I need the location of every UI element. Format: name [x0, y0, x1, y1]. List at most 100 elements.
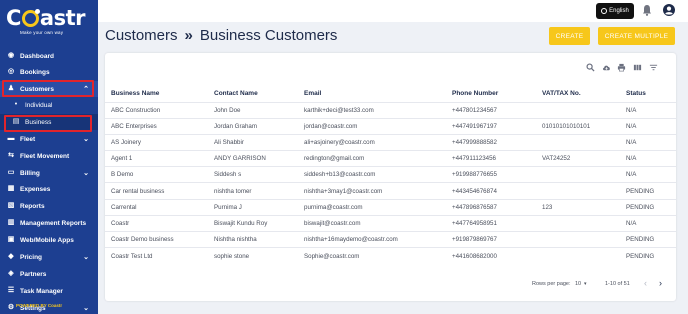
- sidebar-item-web-mobile-apps[interactable]: ▣ Web/Mobile Apps: [0, 232, 98, 248]
- expenses-icon: ▦: [7, 185, 15, 192]
- column-header[interactable]: Email: [298, 86, 446, 102]
- sidebar-item-label: Pricing: [20, 253, 43, 261]
- sidebar-item-management-reports[interactable]: ▥ Management Reports: [0, 215, 98, 231]
- task-manager-icon: ☰: [7, 287, 15, 294]
- chevron-up-icon[interactable]: ⌃: [83, 85, 89, 93]
- table-row[interactable]: AS Joinery Ali Shabbir ali+asjoinery@coast…: [105, 133, 676, 151]
- sidebar-item-fleet[interactable]: ▬ Fleet ⌄: [0, 131, 98, 147]
- table-cell: ANDY GARRISON: [208, 150, 298, 167]
- sidebar-item-customers[interactable]: ♟ Customers ⌃: [0, 81, 98, 97]
- table-cell: +447896876587: [446, 198, 536, 216]
- table-cell: N/A: [620, 117, 676, 135]
- search-icon[interactable]: [586, 63, 595, 72]
- table-row[interactable]: Car rental business nishtha tomer nishtha+…: [105, 182, 676, 200]
- sidebar-item-label: Billing: [20, 169, 40, 177]
- table-cell: N/A: [620, 166, 676, 183]
- notification-bell-icon[interactable]: [642, 4, 652, 16]
- sidebar-item-dashboard[interactable]: ◉ Dashboard: [0, 48, 98, 64]
- management-reports-icon: ▥: [7, 219, 15, 226]
- chevron-down-icon[interactable]: ⌄: [83, 169, 89, 177]
- sidebar-item-label: Management Reports: [20, 219, 87, 227]
- filter-icon[interactable]: [649, 63, 658, 72]
- table-cell: +919879869767: [446, 230, 536, 248]
- table-cell: AS Joinery: [105, 133, 208, 151]
- sidebar: Castr Make your own way ◉ Dashboard ◎ Booki…: [0, 0, 98, 314]
- table-cell: Coastr Test Ltd: [105, 247, 208, 264]
- column-header[interactable]: Phone Number: [446, 86, 536, 102]
- next-page-icon[interactable]: ›: [659, 278, 662, 288]
- table-cell: [536, 101, 620, 119]
- table-cell: [536, 214, 620, 232]
- table-cell: [536, 230, 620, 248]
- sidebar-item-fleet-movement[interactable]: ⇆ Fleet Movement: [0, 148, 98, 164]
- sidebar-item-partners[interactable]: ◈ Partners: [0, 266, 98, 282]
- globe-icon: [601, 8, 608, 14]
- table-cell: ABC Construction: [105, 101, 208, 119]
- sidebar-item-label: Reports: [20, 202, 45, 210]
- sidebar-item-task-manager[interactable]: ☰ Task Manager: [0, 283, 98, 299]
- breadcrumb-customers[interactable]: Customers: [105, 27, 178, 44]
- table-row[interactable]: Carrental Purnima Jpurnima@coastr.com +447…: [105, 198, 676, 216]
- create-multiple-button[interactable]: CREATE MULTIPLE: [598, 27, 675, 45]
- table-cell: Agent 1: [105, 150, 208, 167]
- chevron-down-icon[interactable]: ⌄: [83, 304, 89, 312]
- fleet-movement-icon: ⇆: [8, 152, 14, 159]
- column-header[interactable]: Contact Name: [208, 86, 298, 102]
- table-row[interactable]: Coastr Test Ltd sophie stone Sophie@coastr…: [105, 247, 676, 264]
- sidebar-item-pricing[interactable]: ◆ Pricing ⌄: [0, 249, 98, 265]
- table-cell: Carrental: [105, 198, 208, 216]
- view-columns-icon[interactable]: [633, 63, 642, 72]
- sidebar-item-business[interactable]: ▤ Business: [0, 114, 98, 130]
- table-cell: 123: [536, 198, 620, 216]
- language-button[interactable]: English: [596, 3, 634, 19]
- user-avatar-icon[interactable]: [663, 4, 675, 16]
- sidebar-item-individual[interactable]: • Individual: [0, 97, 98, 113]
- caret-down-icon[interactable]: ▾: [584, 281, 587, 287]
- individual-icon: •: [14, 101, 18, 108]
- table-cell: [536, 133, 620, 151]
- table-cell: [536, 182, 620, 200]
- business-customers-table: Business Name Contact Name Email Phone N…: [105, 86, 676, 264]
- table-cell: [536, 166, 620, 183]
- sidebar-item-label: Fleet: [20, 135, 36, 143]
- page-title: Customers » Business Customers: [105, 27, 337, 44]
- table-cell: ABC Enterprises: [105, 117, 208, 135]
- sidebar-item-label: Task Manager: [20, 287, 63, 295]
- table-row[interactable]: Agent 1 ANDY GARRISON redington@gmail.com +…: [105, 150, 676, 167]
- rows-per-page-label: Rows per page:: [532, 281, 571, 287]
- sidebar-item-label: Partners: [20, 270, 47, 278]
- create-button[interactable]: CREATE: [549, 27, 590, 45]
- cloud-download-icon[interactable]: [602, 63, 611, 72]
- table-row[interactable]: ABC Construction John Doe karthik+deci@tes…: [105, 101, 676, 119]
- previous-page-icon[interactable]: ‹: [644, 278, 647, 288]
- billing-icon: ▭: [7, 169, 15, 176]
- print-icon[interactable]: [617, 63, 626, 72]
- table-cell: +447491967197: [446, 117, 536, 135]
- chevron-down-icon[interactable]: ⌄: [83, 253, 89, 261]
- column-header[interactable]: Status: [620, 86, 676, 102]
- table-cell: +443454676874: [446, 182, 536, 200]
- table-cell: Car rental business: [105, 182, 208, 200]
- table-row[interactable]: Coastr Demo business Nishtha nishtha nisht…: [105, 230, 676, 248]
- sidebar-item-reports[interactable]: ▧ Reports: [0, 198, 98, 214]
- sidebar-item-expenses[interactable]: ▦ Expenses: [0, 181, 98, 197]
- sidebar-item-label: Fleet Movement: [20, 152, 70, 160]
- column-header[interactable]: Business Name: [105, 86, 208, 102]
- pricing-icon: ◆: [8, 253, 14, 260]
- table-cell: Biswajit Kundu Roy: [208, 214, 298, 232]
- table-cell: VAT24252: [536, 150, 620, 167]
- column-header[interactable]: VAT/TAX No.: [536, 86, 620, 102]
- breadcrumb-separator: »: [184, 27, 193, 44]
- coastr-logo[interactable]: Castr Make your own way: [6, 7, 92, 41]
- customers-table-card: Business Name Contact Name Email Phone N…: [105, 53, 676, 301]
- table-row[interactable]: B Demo Siddesh s siddesh+b13@coastr.com +91…: [105, 166, 676, 183]
- table-cell: PENDING: [620, 230, 676, 248]
- table-cell: [536, 247, 620, 264]
- sidebar-item-bookings[interactable]: ◎ Bookings: [0, 64, 98, 80]
- chevron-down-icon[interactable]: ⌄: [83, 135, 89, 143]
- table-row[interactable]: Coastr Biswajit Kundu Roy biswajit@coastr.…: [105, 214, 676, 232]
- table-row[interactable]: ABC Enterprises Jordan Graham jordan@coast…: [105, 117, 676, 135]
- rows-per-page-select[interactable]: 10: [575, 281, 581, 287]
- sidebar-item-billing[interactable]: ▭ Billing ⌄: [0, 165, 98, 181]
- table-cell: ali+asjoinery@coastr.com: [298, 133, 446, 151]
